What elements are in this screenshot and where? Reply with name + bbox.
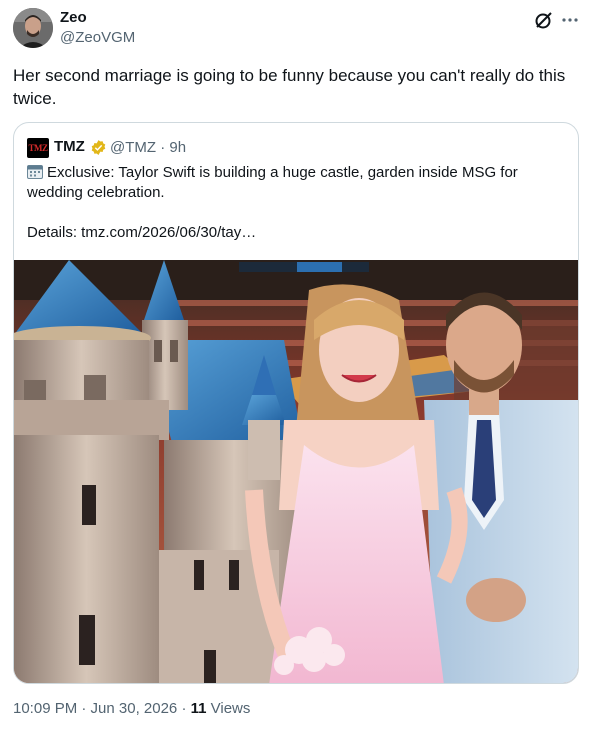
- author-handle[interactable]: @ZeoVGM: [60, 29, 135, 46]
- grok-icon[interactable]: [533, 9, 555, 31]
- quoted-handle-time[interactable]: @TMZ · 9h: [110, 139, 186, 156]
- views-count: 11: [190, 700, 207, 717]
- avatar[interactable]: [13, 8, 53, 48]
- quoted-author-name[interactable]: TMZ: [54, 138, 85, 155]
- quoted-text-body: Exclusive: Taylor Swift is building a hu…: [27, 164, 518, 241]
- tweet-metadata: 10:09 PM · Jun 30, 2026 · 11 Views: [13, 700, 250, 717]
- more-options-icon[interactable]: [559, 9, 581, 31]
- views-label: Views: [206, 700, 251, 717]
- timestamp[interactable]: 10:09 PM · Jun 30, 2026 ·: [13, 700, 191, 717]
- quoted-tweet[interactable]: TMZ TMZ @TMZ · 9h Exclusive: Taylor Swif…: [13, 122, 579, 684]
- author-name[interactable]: Zeo: [60, 9, 87, 26]
- avatar-image: [13, 8, 53, 48]
- media-image[interactable]: [14, 260, 579, 684]
- verified-badge-icon: [91, 140, 106, 155]
- tmz-logo[interactable]: TMZ: [27, 138, 49, 158]
- calendar-icon: [27, 165, 43, 179]
- tweet-text: Her second marriage is going to be funny…: [13, 66, 566, 108]
- quoted-text: Exclusive: Taylor Swift is building a hu…: [27, 163, 567, 243]
